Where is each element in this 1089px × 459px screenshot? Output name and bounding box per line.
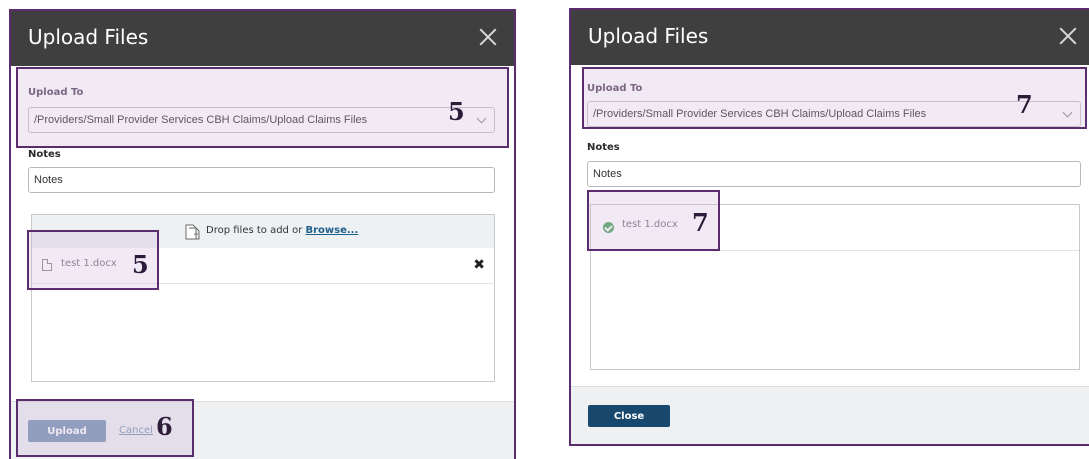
dialog-title: Upload Files [28, 25, 149, 49]
step-number: 5 [132, 250, 149, 279]
dialog-header: Upload Files [571, 10, 1089, 65]
file-list-item: test 1.docx ✖ [31, 248, 495, 284]
upload-to-value: /Providers/Small Provider Services CBH C… [34, 114, 368, 126]
dialog-title: Upload Files [588, 24, 709, 48]
drop-zone-header[interactable]: Drop files to add or Browse... [31, 214, 495, 248]
remove-file-icon[interactable]: ✖ [473, 257, 485, 273]
notes-input[interactable] [587, 161, 1081, 187]
upload-to-label: Upload To [587, 83, 643, 94]
notes-input[interactable] [28, 167, 495, 193]
uploaded-file-item: test 1.docx [591, 205, 1079, 251]
drop-zone-text: Drop files to add or Browse... [206, 225, 358, 236]
browse-link[interactable]: Browse... [305, 225, 358, 236]
chevron-down-icon [476, 113, 487, 124]
file-list-area [31, 284, 495, 382]
add-file-icon [185, 224, 200, 240]
dialog-footer: Upload Cancel [11, 401, 514, 459]
close-icon[interactable] [479, 28, 497, 46]
page: Upload Files Upload To /Providers/Small … [0, 0, 1089, 459]
drop-instruction: Drop files to add or [206, 225, 306, 236]
dialog-footer: Close [571, 386, 1089, 444]
notes-label: Notes [587, 142, 620, 153]
step-number: 5 [448, 97, 465, 126]
cancel-link[interactable]: Cancel [119, 425, 153, 436]
step-number: 7 [1016, 90, 1033, 119]
upload-to-value: /Providers/Small Provider Services CBH C… [593, 108, 927, 120]
upload-files-dialog-before: Upload Files Upload To /Providers/Small … [9, 9, 516, 459]
file-name: test 1.docx [61, 258, 117, 269]
upload-to-label: Upload To [28, 87, 84, 98]
upload-to-select[interactable]: /Providers/Small Provider Services CBH C… [28, 107, 495, 133]
document-icon [42, 259, 52, 271]
step-number: 7 [692, 208, 709, 237]
uploaded-file-list: test 1.docx [590, 204, 1080, 370]
chevron-down-icon [1062, 107, 1073, 118]
dialog-header: Upload Files [11, 11, 514, 66]
upload-button[interactable]: Upload [28, 420, 106, 442]
check-circle-icon [603, 222, 614, 233]
notes-label: Notes [28, 149, 61, 160]
close-icon[interactable] [1059, 27, 1077, 45]
file-name: test 1.docx [622, 219, 678, 230]
upload-files-dialog-after: Upload Files Upload To /Providers/Small … [569, 8, 1089, 446]
upload-to-select[interactable]: /Providers/Small Provider Services CBH C… [587, 101, 1081, 127]
step-number: 6 [156, 412, 173, 441]
close-button[interactable]: Close [588, 405, 670, 427]
